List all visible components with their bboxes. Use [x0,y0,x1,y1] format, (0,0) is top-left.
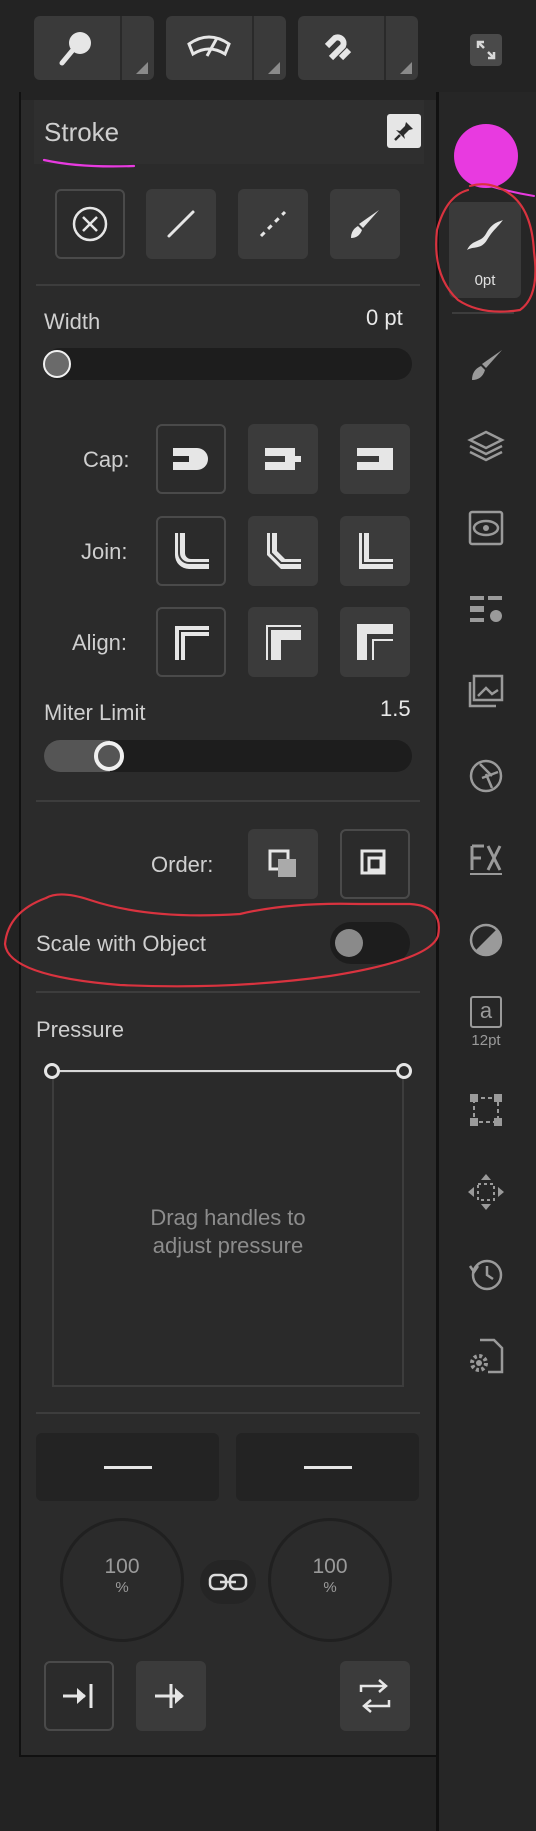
scale-row-circle-annotation [3,893,440,988]
annotation-overlay [3,158,536,988]
stroke-button-circle-annotation [435,183,536,313]
title-underline-annotation [42,158,136,168]
